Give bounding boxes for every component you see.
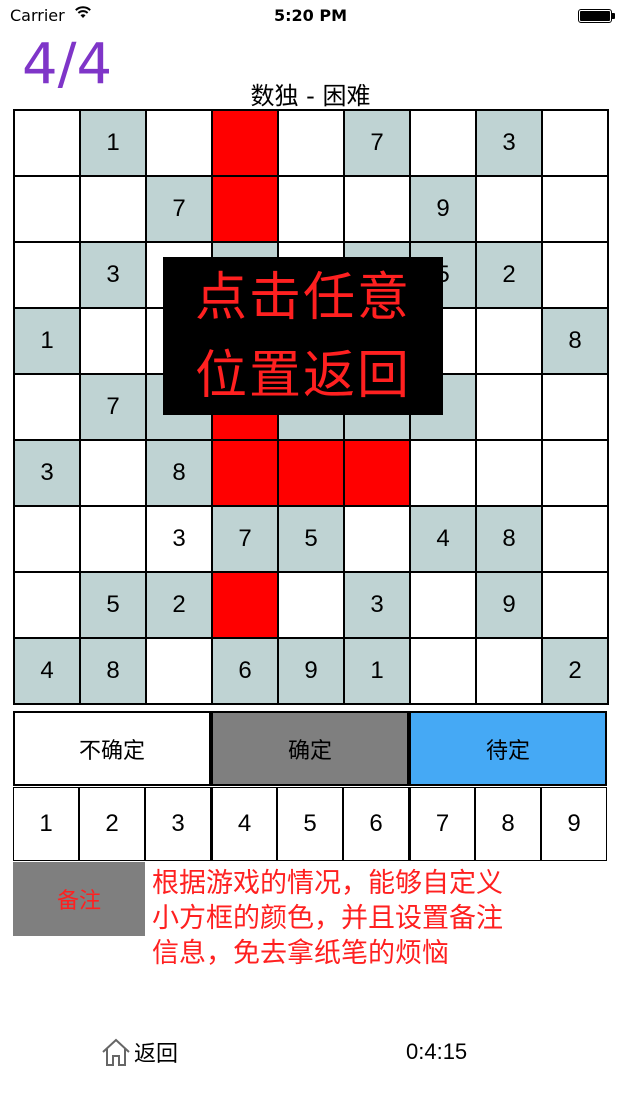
- status-button[interactable]: 确定: [211, 711, 409, 786]
- number-key[interactable]: 4: [211, 787, 277, 861]
- board-cell[interactable]: [15, 375, 79, 439]
- board-cell[interactable]: [411, 573, 475, 637]
- board-cell[interactable]: [81, 177, 145, 241]
- status-bar: Carrier 5:20 PM: [0, 0, 621, 32]
- board-cell[interactable]: [213, 441, 277, 505]
- board-cell[interactable]: [81, 309, 145, 373]
- status-button[interactable]: 不确定: [13, 711, 211, 786]
- board-cell[interactable]: 7: [345, 111, 409, 175]
- board-cell[interactable]: [345, 441, 409, 505]
- number-pad: 123456789: [13, 787, 607, 861]
- board-cell[interactable]: [15, 507, 79, 571]
- number-key[interactable]: 9: [541, 787, 607, 861]
- board-cell[interactable]: 3: [477, 111, 541, 175]
- board-cell[interactable]: 9: [477, 573, 541, 637]
- overlay-line-2: 位置返回: [194, 346, 411, 406]
- board-cell[interactable]: [411, 639, 475, 703]
- board-cell[interactable]: [15, 573, 79, 637]
- board-cell[interactable]: 1: [15, 309, 79, 373]
- board-cell[interactable]: 4: [15, 639, 79, 703]
- board-cell[interactable]: [543, 507, 607, 571]
- board-cell[interactable]: [345, 507, 409, 571]
- note-line-3: 信息，免去拿纸笔的烦恼: [152, 938, 449, 969]
- board-cell[interactable]: 2: [147, 573, 211, 637]
- board-cell[interactable]: [477, 639, 541, 703]
- tap-to-return-overlay[interactable]: 点击任意 位置返回: [163, 257, 443, 415]
- board-cell[interactable]: [477, 441, 541, 505]
- board-cell[interactable]: 8: [81, 639, 145, 703]
- board-cell[interactable]: 3: [345, 573, 409, 637]
- board-cell[interactable]: [15, 177, 79, 241]
- board-cell[interactable]: 2: [543, 639, 607, 703]
- note-description: 根据游戏的情况，能够自定义 小方框的颜色，并且设置备注 信息，免去拿纸笔的烦恼: [152, 866, 617, 971]
- board-cell[interactable]: [477, 375, 541, 439]
- note-button[interactable]: 备注: [13, 862, 145, 936]
- board-cell[interactable]: 5: [279, 507, 343, 571]
- board-cell[interactable]: 3: [81, 243, 145, 307]
- board-cell[interactable]: [213, 111, 277, 175]
- board-cell[interactable]: [543, 111, 607, 175]
- cell-status-buttons: 不确定 确定 待定: [13, 711, 607, 786]
- board-cell[interactable]: 7: [213, 507, 277, 571]
- battery-icon: [578, 9, 615, 23]
- board-cell[interactable]: 5: [81, 573, 145, 637]
- board-cell[interactable]: [279, 573, 343, 637]
- board-cell[interactable]: 9: [411, 177, 475, 241]
- board-cell[interactable]: 8: [147, 441, 211, 505]
- board-cell[interactable]: [543, 177, 607, 241]
- board-cell[interactable]: [543, 573, 607, 637]
- board-cell[interactable]: [543, 243, 607, 307]
- board-cell[interactable]: 7: [81, 375, 145, 439]
- board-cell[interactable]: [213, 573, 277, 637]
- number-key[interactable]: 3: [145, 787, 211, 861]
- board-cell[interactable]: 6: [213, 639, 277, 703]
- board-cell[interactable]: 1: [345, 639, 409, 703]
- board-cell[interactable]: 7: [147, 177, 211, 241]
- board-cell[interactable]: 2: [477, 243, 541, 307]
- game-timer: 0:4:15: [406, 1039, 468, 1064]
- board-cell[interactable]: 4: [411, 507, 475, 571]
- back-label: 返回: [134, 1042, 179, 1067]
- overlay-line-1: 点击任意: [194, 268, 411, 328]
- board-cell[interactable]: [345, 177, 409, 241]
- note-line-1: 根据游戏的情况，能够自定义: [152, 868, 503, 899]
- board-cell[interactable]: 1: [81, 111, 145, 175]
- status-button[interactable]: 待定: [409, 711, 607, 786]
- home-icon: [102, 1038, 130, 1066]
- board-cell[interactable]: [543, 441, 607, 505]
- board-cell[interactable]: 9: [279, 639, 343, 703]
- board-cell[interactable]: [477, 309, 541, 373]
- board-cell[interactable]: 8: [477, 507, 541, 571]
- number-key[interactable]: 7: [409, 787, 475, 861]
- board-cell[interactable]: 8: [543, 309, 607, 373]
- board-cell[interactable]: [81, 441, 145, 505]
- board-cell[interactable]: [147, 639, 211, 703]
- board-cell[interactable]: [81, 507, 145, 571]
- number-key[interactable]: 6: [343, 787, 409, 861]
- page-title: 数独 - 困难: [250, 82, 371, 110]
- number-key[interactable]: 5: [277, 787, 343, 861]
- number-key[interactable]: 2: [79, 787, 145, 861]
- number-key[interactable]: 8: [475, 787, 541, 861]
- board-cell[interactable]: [147, 111, 211, 175]
- status-time: 5:20 PM: [273, 6, 347, 25]
- number-key[interactable]: 1: [13, 787, 79, 861]
- board-cell[interactable]: [279, 177, 343, 241]
- board-cell[interactable]: [15, 243, 79, 307]
- board-cell[interactable]: [477, 177, 541, 241]
- board-cell[interactable]: [411, 111, 475, 175]
- board-cell[interactable]: [543, 375, 607, 439]
- board-cell[interactable]: 3: [147, 507, 211, 571]
- note-line-2: 小方框的颜色，并且设置备注: [152, 903, 503, 934]
- board-cell[interactable]: [279, 111, 343, 175]
- back-button[interactable]: 返回: [100, 1036, 178, 1068]
- board-cell[interactable]: [213, 177, 277, 241]
- board-cell[interactable]: [279, 441, 343, 505]
- board-cell[interactable]: [15, 111, 79, 175]
- board-cell[interactable]: 3: [15, 441, 79, 505]
- board-cell[interactable]: [411, 441, 475, 505]
